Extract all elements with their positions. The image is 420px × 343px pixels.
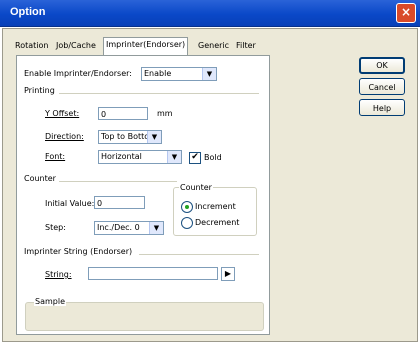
counter-group-label: Counter: [24, 174, 56, 183]
title-bar: Option ×: [0, 0, 420, 27]
string-divider: [139, 254, 259, 255]
decrement-radio[interactable]: [181, 217, 193, 229]
printing-group-label: Printing: [24, 86, 55, 95]
increment-label: Increment: [195, 202, 236, 211]
insert-arrow-button[interactable]: ▶: [221, 267, 235, 281]
play-icon: ▶: [224, 269, 232, 278]
enable-value: Enable: [144, 69, 172, 78]
font-label: Font:: [45, 152, 66, 161]
dialog-body: Rotation Job/Cache Imprinter(Endorser) G…: [0, 27, 420, 343]
bold-label: Bold: [204, 153, 222, 162]
string-group-label: Imprinter String (Endorser): [24, 247, 133, 256]
y-offset-input[interactable]: 0: [98, 107, 148, 120]
dialog-frame: Rotation Job/Cache Imprinter(Endorser) G…: [2, 28, 418, 342]
bold-checkbox[interactable]: ✔: [189, 152, 201, 164]
initial-value-input[interactable]: 0: [94, 196, 145, 209]
chevron-down-icon: ▼: [147, 131, 161, 143]
increment-radio[interactable]: [181, 201, 193, 213]
tab-panel: Enable Imprinter/Endorser: Enable ▼ Prin…: [16, 55, 270, 335]
y-offset-label: Y Offset:: [45, 109, 80, 118]
window-title: Option: [10, 6, 46, 18]
direction-label: Direction:: [45, 132, 84, 141]
tab-generic[interactable]: Generic: [198, 39, 229, 53]
direction-select[interactable]: Top to Bottom ▼: [98, 130, 162, 144]
initial-value-label: Initial Value:: [45, 199, 95, 208]
ok-button[interactable]: OK: [359, 57, 405, 74]
step-value: Inc./Dec. 0: [97, 223, 140, 232]
close-button[interactable]: ×: [396, 3, 416, 23]
sample-preview: [25, 302, 264, 331]
string-label: String:: [45, 270, 72, 279]
chevron-down-icon: ▼: [202, 68, 216, 80]
unit-label: mm: [157, 109, 173, 118]
counter-divider: [59, 181, 177, 182]
tab-rotation[interactable]: Rotation: [15, 39, 48, 53]
enable-select[interactable]: Enable ▼: [141, 67, 217, 81]
font-select[interactable]: Horizontal ▼: [98, 150, 182, 164]
printing-divider: [59, 93, 259, 94]
step-label: Step:: [45, 223, 66, 232]
font-value: Horizontal: [101, 152, 142, 161]
counter-radio-group-label: Counter: [179, 183, 213, 192]
tab-imprinter[interactable]: Imprinter(Endorser): [103, 37, 189, 55]
decrement-label: Decrement: [195, 218, 240, 227]
step-select[interactable]: Inc./Dec. 0 ▼: [94, 221, 164, 235]
tab-filter[interactable]: Filter: [236, 39, 256, 53]
string-input[interactable]: [88, 267, 218, 280]
sample-group-label: Sample: [34, 297, 66, 306]
enable-label: Enable Imprinter/Endorser:: [24, 69, 132, 78]
help-button[interactable]: Help: [359, 99, 405, 116]
cancel-button[interactable]: Cancel: [359, 78, 405, 95]
tab-job-cache[interactable]: Job/Cache: [56, 39, 96, 53]
chevron-down-icon: ▼: [167, 151, 181, 163]
chevron-down-icon: ▼: [149, 222, 163, 234]
